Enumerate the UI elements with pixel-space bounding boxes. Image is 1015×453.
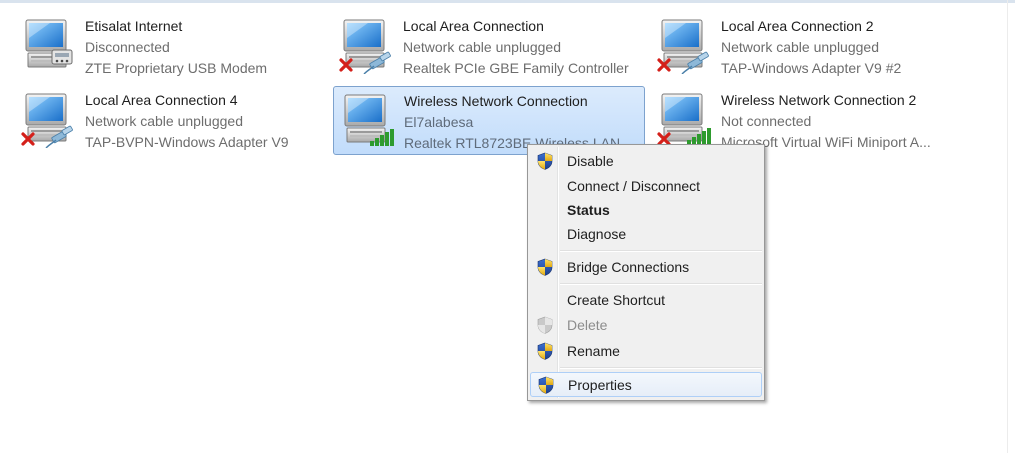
adapter-device: Realtek PCIe GBE Family Controller — [403, 60, 629, 76]
menu-item-bridge-connections[interactable]: Bridge Connections — [530, 255, 762, 279]
adapter-status: Not connected — [721, 113, 812, 129]
adapter-local-area-connection[interactable]: Local Area Connection Network cable unpl… — [333, 12, 633, 78]
menu-item-label: Bridge Connections — [567, 259, 690, 275]
menu-item-label: Connect / Disconnect — [567, 178, 701, 194]
adapter-device: TAP-Windows Adapter V9 #2 — [721, 60, 902, 76]
adapter-status: Disconnected — [85, 39, 170, 55]
adapter-device: TAP-BVPN-Windows Adapter V9 — [85, 134, 289, 150]
menu-item-connect-disconnect[interactable]: Connect / Disconnect — [530, 174, 762, 198]
menu-item-label: Delete — [567, 317, 608, 333]
menu-item-label: Status — [567, 202, 610, 218]
adapter-name: Etisalat Internet — [85, 18, 183, 34]
uac-shield-icon — [537, 152, 553, 170]
menu-item-label: Disable — [567, 153, 614, 169]
menu-item-label: Diagnose — [567, 226, 627, 242]
window-edge — [1007, 0, 1008, 453]
network-cable-unplugged-icon — [339, 19, 392, 74]
adapter-status: Network cable unplugged — [721, 39, 879, 55]
uac-shield-icon — [538, 376, 554, 394]
adapter-status: Network cable unplugged — [85, 113, 243, 129]
menu-separator — [560, 250, 762, 252]
network-cable-unplugged-icon — [657, 19, 710, 74]
uac-shield-icon — [537, 258, 553, 276]
header-border — [0, 0, 1015, 3]
menu-item-label: Properties — [568, 377, 632, 393]
menu-item-create-shortcut[interactable]: Create Shortcut — [530, 288, 762, 312]
menu-item-delete[interactable]: Delete — [530, 313, 762, 337]
menu-item-disable[interactable]: Disable — [530, 149, 762, 173]
menu-item-status[interactable]: Status — [530, 198, 762, 222]
menu-separator — [560, 283, 762, 285]
menu-item-label: Rename — [567, 343, 620, 359]
adapter-status: Network cable unplugged — [403, 39, 561, 55]
adapter-status: El7alabesa — [404, 114, 474, 130]
adapter-name: Local Area Connection — [403, 18, 544, 34]
modem-icon — [25, 19, 73, 68]
adapter-name: Wireless Network Connection 2 — [721, 92, 917, 108]
adapter-name: Local Area Connection 2 — [721, 18, 874, 34]
menu-item-properties[interactable]: Properties — [530, 372, 762, 397]
wireless-not-connected-icon — [657, 93, 711, 146]
adapter-local-area-connection-2[interactable]: Local Area Connection 2 Network cable un… — [651, 12, 951, 78]
network-cable-unplugged-icon — [21, 93, 74, 148]
adapter-name: Wireless Network Connection — [404, 93, 588, 109]
menu-separator — [560, 367, 762, 369]
adapter-name: Local Area Connection 4 — [85, 92, 238, 108]
uac-shield-disabled-icon — [537, 316, 553, 334]
adapter-etisalat-internet[interactable]: Etisalat Internet Disconnected ZTE Propr… — [15, 12, 315, 78]
uac-shield-icon — [537, 342, 553, 360]
adapter-local-area-connection-4[interactable]: Local Area Connection 4 Network cable un… — [15, 86, 315, 152]
menu-item-diagnose[interactable]: Diagnose — [530, 222, 762, 246]
adapter-device: ZTE Proprietary USB Modem — [85, 60, 268, 76]
menu-item-rename[interactable]: Rename — [530, 339, 762, 363]
context-menu: Disable Connect / Disconnect Status Diag… — [527, 144, 765, 401]
menu-item-label: Create Shortcut — [567, 292, 666, 308]
wireless-signal-icon — [344, 94, 394, 146]
adapter-wireless-network-connection-2[interactable]: Wireless Network Connection 2 Not connec… — [651, 86, 951, 152]
